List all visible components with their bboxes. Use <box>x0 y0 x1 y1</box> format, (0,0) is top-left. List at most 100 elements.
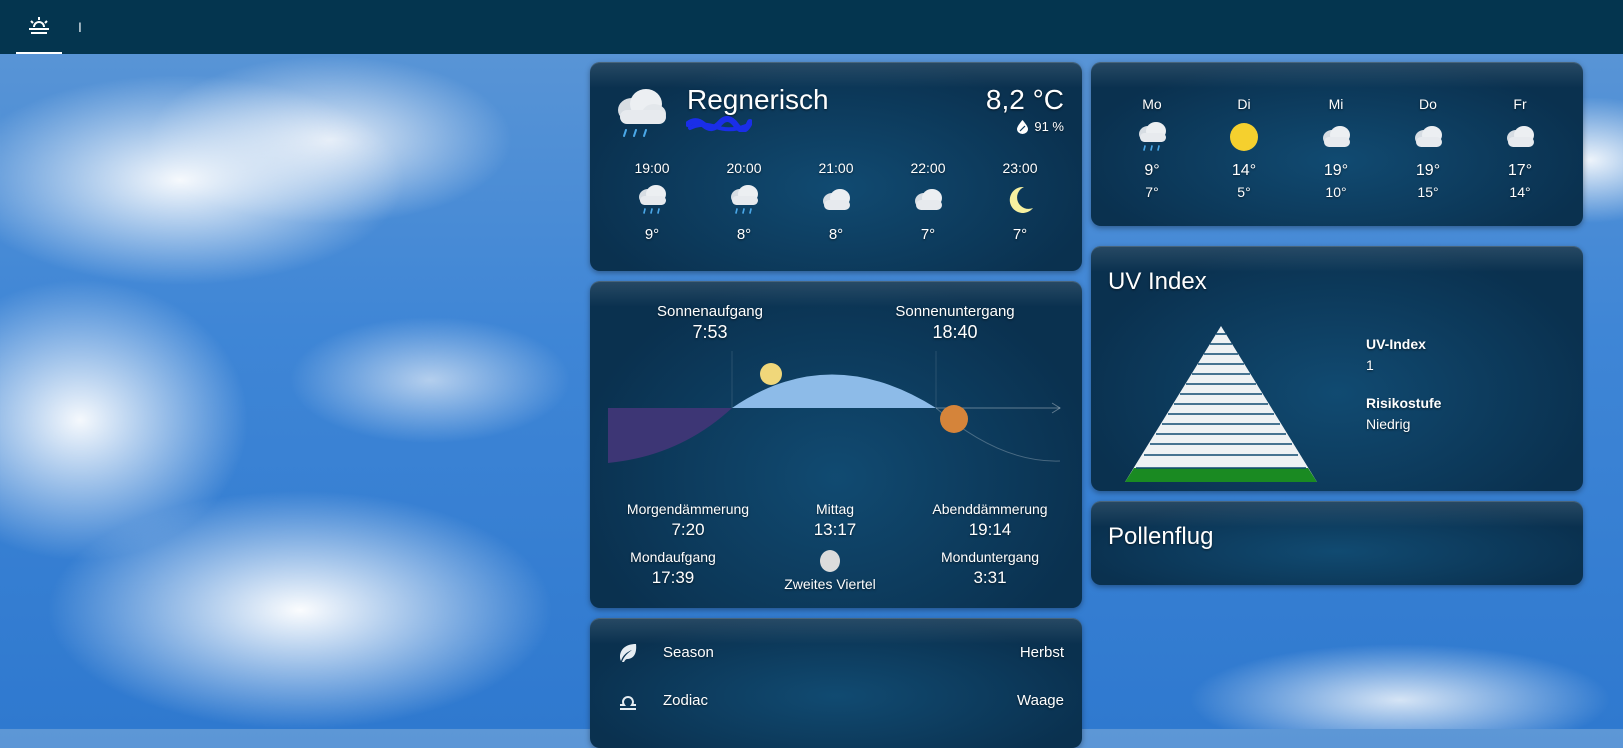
uv-info: UV-Index 1 Risikostufe Niedrig <box>1366 336 1441 432</box>
cloud-icon <box>1415 126 1442 147</box>
zodiac-row[interactable]: Zodiac Waage <box>590 681 1082 721</box>
hourly-forecast-item: 19:00 9° <box>617 160 687 243</box>
day-name: Do <box>1419 96 1437 112</box>
hourly-forecast-item: 23:00 7° <box>985 160 1055 243</box>
moon-phase: Zweites Viertel <box>770 549 890 592</box>
day-low: 15° <box>1417 184 1439 200</box>
day-high: 19° <box>1323 162 1349 179</box>
moon-phase-label: Zweites Viertel <box>784 576 876 592</box>
cloud-icon <box>915 189 942 210</box>
day-name: Mi <box>1328 96 1344 112</box>
sunrise-label: Sonnenaufgang <box>657 303 763 320</box>
humidity: 91 % <box>1017 119 1064 134</box>
weather-card[interactable]: Regnerisch 8,2 °C 91 % 19:00 9° 20:00 8°… <box>590 62 1082 271</box>
dawn-label: Morgendämmerung <box>626 501 750 517</box>
hourly-forecast-item: 20:00 8° <box>709 160 779 243</box>
day-low: 7° <box>1145 184 1159 200</box>
moonset: Monduntergang 3:31 <box>930 549 1050 588</box>
sun-position-dot <box>760 363 782 385</box>
hour-temp: 7° <box>920 226 936 243</box>
hourly-forecast-item: 21:00 8° <box>801 160 871 243</box>
pollen-card-title: Pollenflug <box>1108 523 1214 550</box>
noon-time: 13:17 <box>813 520 857 539</box>
hour-time: 23:00 <box>1002 160 1038 176</box>
day-low: 10° <box>1325 184 1347 200</box>
dawn-time: 7:20 <box>671 520 705 539</box>
zodiac-label: Zodiac <box>663 692 709 709</box>
sunrise-time: 7:53 <box>692 322 728 342</box>
uv-index-label: UV-Index <box>1366 336 1426 352</box>
day-low: 14° <box>1509 184 1531 200</box>
hour-temp: 8° <box>828 226 844 243</box>
day-low: 5° <box>1237 184 1251 200</box>
moonrise-label: Mondaufgang <box>630 549 716 565</box>
zodiac-value: Waage <box>1017 692 1064 709</box>
moon-phase-icon <box>820 550 840 572</box>
sunrise: Sonnenaufgang 7:53 <box>640 303 780 343</box>
weather-sunset-icon <box>29 17 49 34</box>
uv-index-card[interactable]: UV Index UV-Index 1 Risikostufe Niedrig <box>1091 246 1583 491</box>
hourly-forecast-item: 22:00 7° <box>893 160 963 243</box>
redacted-scribble <box>686 116 752 132</box>
dusk: Abenddämmerung 19:14 <box>920 501 1060 540</box>
day-high: 17° <box>1507 162 1533 179</box>
water-percent-icon <box>1017 119 1029 134</box>
moonrise-time: 17:39 <box>651 568 695 587</box>
tab-second-label: I <box>78 19 82 35</box>
sunset-time: 18:40 <box>932 322 978 342</box>
moon-icon <box>1009 186 1033 213</box>
moonrise: Mondaufgang 17:39 <box>618 549 728 588</box>
day-high: 9° <box>1144 162 1160 179</box>
dusk-time: 19:14 <box>968 520 1012 539</box>
risk-level-value: Niedrig <box>1366 416 1411 432</box>
moonset-label: Monduntergang <box>940 549 1040 565</box>
hour-temp: 8° <box>736 226 752 243</box>
rainy-cloud-icon <box>618 89 666 137</box>
dawn: Morgendämmerung 7:20 <box>618 501 758 540</box>
sun-path-graph <box>608 351 1061 463</box>
sunset: Sonnenuntergang 18:40 <box>870 303 1040 343</box>
season-label: Season <box>663 644 714 661</box>
rainy-cloud-icon <box>1139 122 1166 151</box>
day-high: 14° <box>1231 162 1257 179</box>
cloud-icon <box>1323 126 1350 147</box>
sun-card[interactable]: Sonnenaufgang 7:53 Sonnenuntergang 18:40… <box>590 281 1082 608</box>
leaf-icon <box>620 644 637 662</box>
forecast-day: Mi 19° 10° <box>1301 96 1371 200</box>
moonset-time: 3:31 <box>973 568 1007 587</box>
day-name: Di <box>1237 96 1251 112</box>
tab-second[interactable]: I <box>72 0 88 54</box>
hour-time: 21:00 <box>818 160 854 176</box>
hour-time: 22:00 <box>910 160 946 176</box>
noon: Mittag 13:17 <box>800 501 870 540</box>
sunset-label: Sonnenuntergang <box>895 303 1015 320</box>
day-high: 19° <box>1415 162 1441 179</box>
humidity-value: 91 % <box>1034 119 1064 134</box>
hour-time: 20:00 <box>726 160 762 176</box>
hour-time: 19:00 <box>634 160 670 176</box>
current-temperature: 8,2 °C <box>985 84 1064 115</box>
uv-card-title: UV Index <box>1108 268 1207 295</box>
sunset-dot <box>940 405 968 433</box>
season-row[interactable]: Season Herbst <box>590 633 1082 673</box>
cloud-icon <box>1507 126 1534 147</box>
pollen-card[interactable]: Pollenflug <box>1091 501 1583 585</box>
libra-icon <box>620 696 636 710</box>
hour-temp: 7° <box>1012 226 1028 243</box>
top-app-bar: I <box>0 0 1623 54</box>
sun-icon <box>1230 123 1258 151</box>
tab-weather[interactable] <box>16 0 62 54</box>
forecast-day: Mo 9° 7° <box>1117 96 1187 200</box>
season-value: Herbst <box>1019 644 1064 661</box>
noon-label: Mittag <box>815 501 855 517</box>
risk-level-label: Risikostufe <box>1366 395 1442 411</box>
daily-forecast-card[interactable]: Mo 9° 7° Di 14° 5° Mi 19° 10° Do 19° 15°… <box>1091 62 1583 226</box>
rainy-cloud-icon <box>639 185 666 214</box>
day-name: Mo <box>1142 96 1162 112</box>
day-name: Fr <box>1513 96 1527 112</box>
dusk-label: Abenddämmerung <box>932 501 1048 517</box>
cloud-icon <box>823 189 850 210</box>
uv-index-value: 1 <box>1366 357 1374 373</box>
hour-temp: 9° <box>644 226 660 243</box>
forecast-day: Fr 17° 14° <box>1485 96 1555 200</box>
